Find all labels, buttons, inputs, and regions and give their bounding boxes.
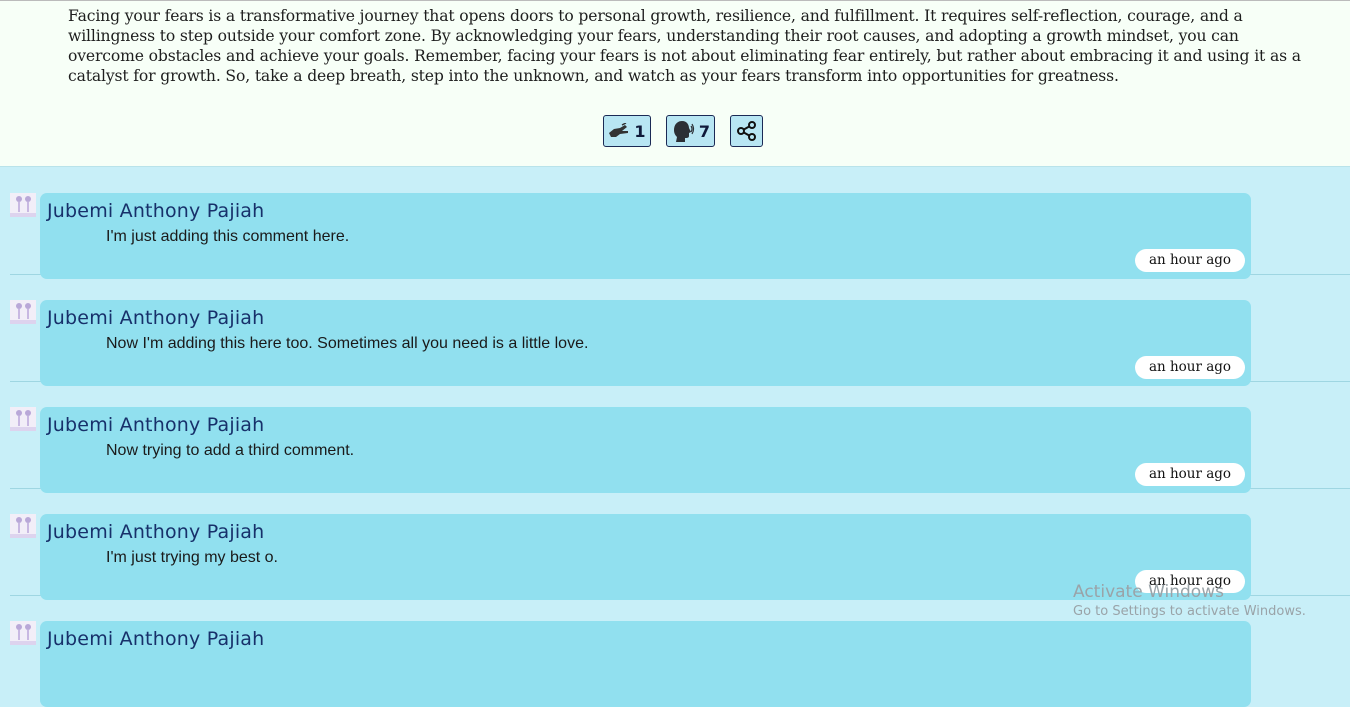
comment-text: Now I'm adding this here too. Sometimes … bbox=[106, 335, 589, 352]
comment-bubble: Jubemi Anthony Pajiah bbox=[40, 621, 1251, 707]
post-article: Facing your fears is a transformative jo… bbox=[0, 0, 1350, 167]
share-icon bbox=[736, 120, 758, 142]
article-paragraph: Facing your fears is a transformative jo… bbox=[68, 7, 1301, 85]
share-button[interactable] bbox=[730, 115, 763, 147]
comment-timestamp: an hour ago bbox=[1135, 356, 1245, 379]
comment-item: Jubemi Anthony Pajiah Now I'm adding thi… bbox=[10, 275, 1350, 386]
comment-item: Jubemi Anthony Pajiah I'm just trying my… bbox=[10, 489, 1350, 600]
comment-timestamp: an hour ago bbox=[1135, 463, 1245, 486]
user-avatar[interactable] bbox=[10, 193, 36, 217]
comment-bubble: Jubemi Anthony Pajiah Now trying to add … bbox=[40, 407, 1251, 493]
comment-author[interactable]: Jubemi Anthony Pajiah bbox=[47, 628, 264, 650]
speaking-head-icon bbox=[671, 120, 695, 142]
comment-author[interactable]: Jubemi Anthony Pajiah bbox=[47, 307, 264, 329]
comment-author[interactable]: Jubemi Anthony Pajiah bbox=[47, 414, 264, 436]
comment-item: Jubemi Anthony Pajiah Now trying to add … bbox=[10, 382, 1350, 493]
comment-bubble: Jubemi Anthony Pajiah I'm just trying my… bbox=[40, 514, 1251, 600]
comment-timestamp: an hour ago bbox=[1135, 570, 1245, 593]
comment-bubble: Jubemi Anthony Pajiah Now I'm adding thi… bbox=[40, 300, 1251, 386]
comment-timestamp: an hour ago bbox=[1135, 249, 1245, 272]
praise-button[interactable]: 1 bbox=[603, 115, 651, 147]
user-avatar[interactable] bbox=[10, 300, 36, 324]
comment-text: Now trying to add a third comment. bbox=[106, 442, 355, 459]
comment-bubble: Jubemi Anthony Pajiah I'm just adding th… bbox=[40, 193, 1251, 279]
comment-item: Jubemi Anthony Pajiah bbox=[10, 596, 1350, 707]
comment-text: I'm just trying my best o. bbox=[106, 549, 278, 566]
comment-author[interactable]: Jubemi Anthony Pajiah bbox=[47, 521, 264, 543]
comments-count: 7 bbox=[698, 121, 711, 141]
comment-text: I'm just adding this comment here. bbox=[106, 228, 350, 245]
praise-hand-icon bbox=[608, 123, 630, 139]
praise-count: 1 bbox=[634, 121, 646, 141]
user-avatar[interactable] bbox=[10, 514, 36, 538]
comment-item: Jubemi Anthony Pajiah I'm just adding th… bbox=[10, 168, 1350, 279]
comments-button[interactable]: 7 bbox=[666, 115, 715, 147]
comment-author[interactable]: Jubemi Anthony Pajiah bbox=[47, 200, 264, 222]
user-avatar[interactable] bbox=[10, 621, 36, 645]
user-avatar[interactable] bbox=[10, 407, 36, 431]
post-actions: 1 7 bbox=[603, 115, 763, 147]
